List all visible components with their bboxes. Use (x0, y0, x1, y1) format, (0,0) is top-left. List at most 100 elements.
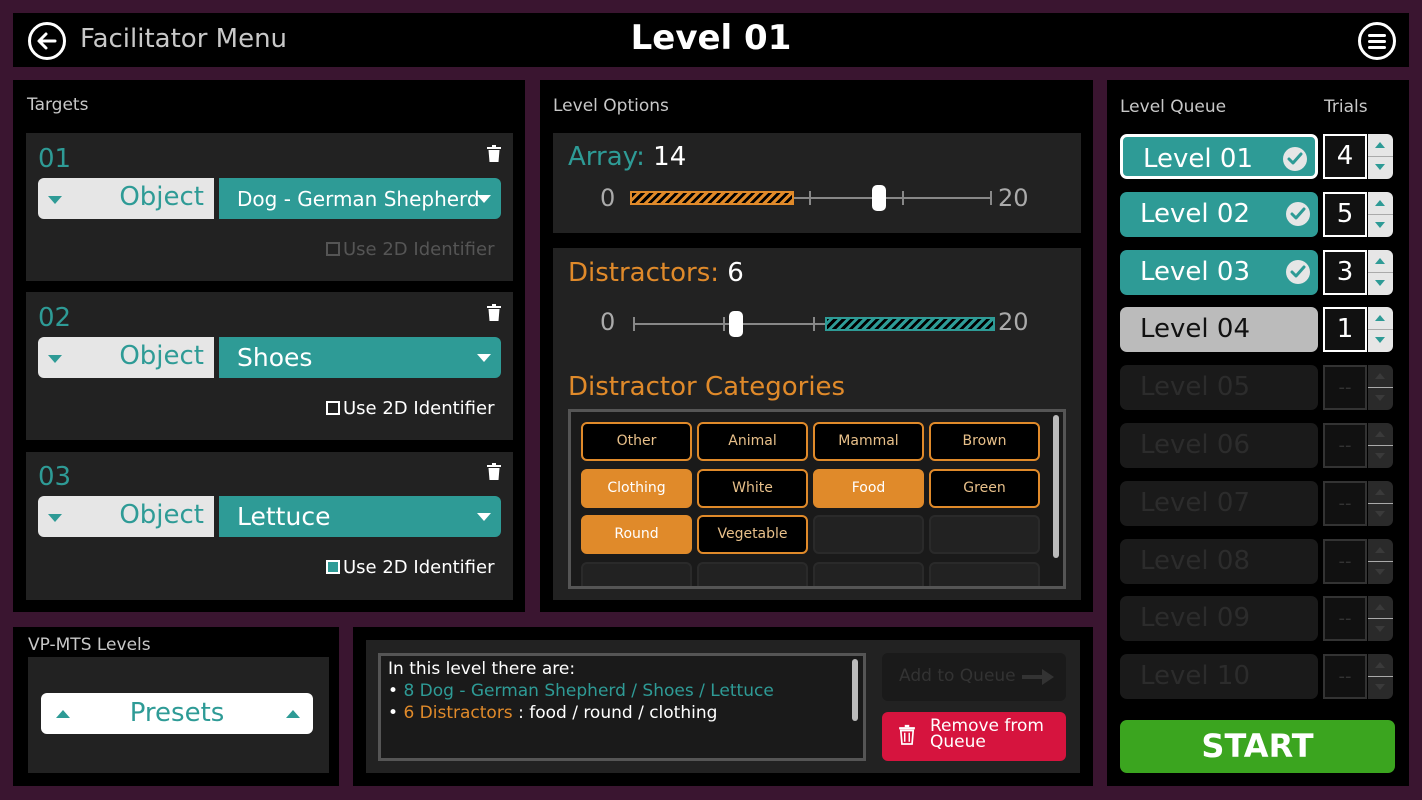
distractors-min-label: 0 (600, 308, 616, 336)
remove-from-queue-button[interactable]: Remove from Queue (882, 712, 1066, 761)
category-chip-brown[interactable]: Brown (929, 422, 1040, 461)
trials-stepper[interactable] (1368, 192, 1393, 237)
target-type-select[interactable]: Object (38, 496, 214, 537)
arrow-right-icon (1022, 669, 1054, 685)
facilitator-menu-label[interactable]: Facilitator Menu (80, 24, 287, 54)
trials-count: -- (1323, 423, 1367, 468)
chevron-down-icon (1375, 626, 1385, 632)
queue-level-label: Level 02 (1140, 199, 1250, 229)
queue-level-item[interactable]: Level 03 (1120, 250, 1318, 295)
menu-button[interactable] (1358, 22, 1396, 60)
trash-icon[interactable] (486, 145, 502, 163)
queue-level-label: Level 01 (1143, 144, 1253, 174)
chevron-down-icon (1375, 337, 1385, 343)
use-2d-identifier-checkbox[interactable]: Use 2D Identifier (326, 557, 494, 578)
add-to-queue-label: Add to Queue (899, 666, 1016, 686)
category-chip-other[interactable]: Other (581, 422, 692, 461)
trials-stepper (1368, 654, 1393, 699)
trials-count[interactable]: 4 (1323, 134, 1367, 179)
trash-icon[interactable] (486, 463, 502, 481)
trials-count[interactable]: 5 (1323, 192, 1367, 237)
queue-level-item: Level 09 (1120, 596, 1318, 641)
distractors-range-fill (825, 317, 995, 331)
trials-count: -- (1323, 654, 1367, 699)
trials-count[interactable]: 3 (1323, 250, 1367, 295)
chevron-down-icon (477, 513, 491, 521)
divider (1368, 329, 1393, 330)
checkbox-icon (326, 560, 340, 574)
queue-level-label: Level 06 (1140, 430, 1250, 460)
presets-button[interactable]: Presets (41, 693, 313, 734)
divider (1368, 618, 1393, 619)
chevron-up-icon (1375, 200, 1385, 206)
category-chip-round[interactable]: Round (581, 515, 692, 554)
target-value-select[interactable]: Shoes (219, 337, 501, 378)
trash-icon[interactable] (486, 304, 502, 322)
chevron-up-icon (1375, 258, 1385, 264)
category-chip-clothing[interactable]: Clothing (581, 469, 692, 508)
summary-scrollbar[interactable] (852, 659, 858, 721)
trials-stepper[interactable] (1368, 134, 1393, 179)
divider (1368, 272, 1393, 273)
trials-stepper (1368, 423, 1393, 468)
target-type-select[interactable]: Object (38, 337, 214, 378)
checkbox-icon (326, 401, 340, 415)
target-value-select[interactable]: Lettuce (219, 496, 501, 537)
category-chip-empty (813, 562, 924, 586)
target-type-select[interactable]: Object (38, 178, 214, 219)
chevron-down-icon (1375, 511, 1385, 517)
bullet: • (388, 681, 399, 701)
queue-level-item: Level 05 (1120, 365, 1318, 410)
target-type-label: Object (119, 182, 204, 212)
array-max-label: 20 (998, 184, 1029, 212)
chevron-down-icon (1375, 164, 1385, 170)
trials-label: Trials (1324, 97, 1368, 117)
back-button[interactable] (28, 22, 66, 60)
trials-stepper[interactable] (1368, 250, 1393, 295)
chevron-up-icon (1375, 431, 1385, 437)
trials-stepper[interactable] (1368, 307, 1393, 352)
category-chip-green[interactable]: Green (929, 469, 1040, 508)
use-2d-identifier-checkbox[interactable]: Use 2D Identifier (326, 239, 494, 260)
hamburger-icon (1368, 34, 1386, 49)
divider (1368, 387, 1393, 388)
queue-level-label: Level 08 (1140, 546, 1250, 576)
target-value-label: Dog - German Shepherd (237, 187, 480, 211)
distractor-categories-grid: Other Animal Mammal Brown Clothing White Food G… (568, 409, 1066, 589)
queue-level-label: Level 05 (1140, 372, 1250, 402)
category-chip-vegetable[interactable]: Vegetable (697, 515, 808, 554)
category-chip-empty (929, 562, 1040, 586)
trash-icon (899, 724, 915, 745)
chevron-up-icon (1375, 662, 1385, 668)
targets-label: Targets (27, 95, 89, 115)
trials-stepper (1368, 539, 1393, 584)
divider (1368, 214, 1393, 215)
array-slider-thumb[interactable] (872, 185, 886, 211)
category-chip-animal[interactable]: Animal (697, 422, 808, 461)
distractors-max-label: 20 (998, 308, 1029, 336)
queue-level-item[interactable]: Level 04 (1120, 307, 1318, 352)
trials-stepper (1368, 596, 1393, 641)
use-2d-identifier-checkbox[interactable]: Use 2D Identifier (326, 398, 494, 419)
trials-stepper (1368, 365, 1393, 410)
queue-level-item[interactable]: Level 02 (1120, 192, 1318, 237)
chevron-down-icon (1375, 569, 1385, 575)
category-chip-food[interactable]: Food (813, 469, 924, 508)
back-arrow-icon (37, 32, 57, 50)
add-to-queue-button[interactable]: Add to Queue (882, 653, 1066, 701)
target-value-select[interactable]: Dog - German Shepherd (219, 178, 501, 219)
queue-level-item[interactable]: Level 01 (1120, 134, 1318, 179)
categories-scrollbar[interactable] (1053, 415, 1059, 558)
trials-count: -- (1323, 365, 1367, 410)
target-number: 03 (38, 462, 72, 492)
distractors-slider-thumb[interactable] (729, 311, 743, 337)
trials-count: -- (1323, 481, 1367, 526)
use-2d-identifier-label: Use 2D Identifier (343, 239, 495, 260)
chevron-up-icon (1375, 373, 1385, 379)
start-button[interactable]: START (1120, 720, 1395, 773)
array-range-fill (630, 191, 794, 205)
trials-count[interactable]: 1 (1323, 307, 1367, 352)
category-chip-mammal[interactable]: Mammal (813, 422, 924, 461)
chevron-up-icon (1375, 547, 1385, 553)
category-chip-white[interactable]: White (697, 469, 808, 508)
